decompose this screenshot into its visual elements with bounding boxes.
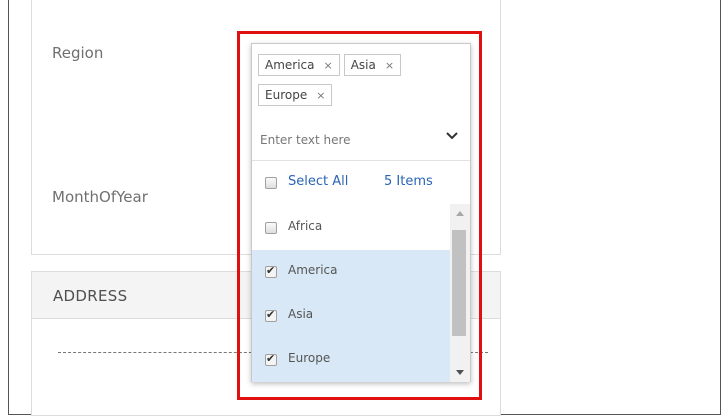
checkbox-checked[interactable] — [265, 308, 277, 322]
tag-remove-icon[interactable]: × — [385, 59, 394, 72]
scrollbar-thumb[interactable] — [452, 230, 466, 336]
search-input[interactable]: Enter text here — [260, 133, 351, 147]
tag-america: America × — [258, 54, 340, 76]
option-label: America — [288, 263, 338, 277]
select-all-row[interactable]: Select All 5 Items — [252, 161, 470, 204]
address-title: ADDRESS — [53, 287, 128, 305]
option-list: Africa America Asia Europe — [252, 204, 450, 382]
list-item-europe[interactable]: Europe — [252, 338, 450, 382]
region-multiselect-popup[interactable]: America × Asia ×Europe × Enter text here Sel… — [251, 43, 471, 382]
month-of-year-label: MonthOfYear — [52, 188, 148, 206]
checkbox-checked[interactable] — [265, 264, 277, 278]
option-label: Europe — [288, 351, 331, 365]
tag-remove-icon[interactable]: × — [316, 89, 325, 102]
item-count: 5 Items — [384, 174, 433, 189]
select-all-checkbox[interactable] — [265, 177, 277, 189]
scroll-up-arrow-icon[interactable] — [450, 206, 470, 222]
select-all-link[interactable]: Select All — [288, 174, 348, 189]
checkbox[interactable] — [265, 222, 277, 234]
list-item-asia[interactable]: Asia — [252, 294, 450, 338]
tag-europe: Europe × — [258, 84, 333, 106]
option-label: Asia — [288, 307, 314, 321]
selected-tags: America × Asia × Europe × — [258, 54, 463, 114]
tag-asia: Asia × — [343, 54, 402, 76]
list-item-africa[interactable]: Africa — [252, 206, 450, 250]
scrollbar[interactable] — [450, 204, 470, 382]
region-label: Region — [52, 44, 104, 62]
option-label: Africa — [288, 219, 323, 233]
checkbox-checked[interactable] — [265, 352, 277, 366]
scroll-down-arrow-icon[interactable] — [450, 364, 470, 380]
tag-remove-icon[interactable]: × — [324, 59, 333, 72]
chevron-down-icon[interactable] — [444, 128, 460, 144]
list-item-america[interactable]: America — [252, 250, 450, 294]
